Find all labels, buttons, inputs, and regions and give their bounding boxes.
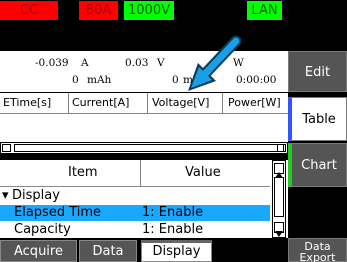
column-value: Value [185, 165, 221, 180]
cc-mode-badge: CC [0, 1, 58, 20]
status-bar: CC 80A 1000V LAN [0, 0, 347, 22]
data-export-button[interactable]: Data Export [288, 238, 347, 262]
vertical-scrollbar[interactable] [272, 160, 286, 238]
capacity-value: 0 [72, 74, 79, 86]
settings-list: Item Value ▾ Display Elapsed Time 1: Ena… [0, 160, 288, 238]
scroll-left-button[interactable] [2, 144, 11, 160]
scroll-right-button[interactable] [277, 144, 286, 160]
column-etime: ETime[s] [3, 96, 52, 109]
current-value: -0.039 [35, 57, 69, 69]
energy-value: 0 [172, 74, 179, 86]
data-table-body [0, 114, 288, 142]
annotation-arrow-icon [188, 35, 242, 91]
settings-list-header: Item Value [0, 160, 270, 187]
list-item[interactable]: Elapsed Time 1: Enable [0, 205, 270, 221]
item-label: Elapsed Time [14, 205, 102, 220]
tab-acquire[interactable]: Acquire [0, 240, 77, 262]
chevron-down-icon: ▾ [2, 188, 9, 203]
current-unit: A [81, 57, 89, 69]
data-export-label-2: Export [299, 251, 336, 262]
current-range-badge: 80A [79, 1, 118, 20]
voltage-range-badge: 1000V [124, 1, 174, 20]
scroll-track[interactable] [274, 177, 284, 217]
voltage-unit: V [157, 57, 165, 69]
data-table-header: ETime[s] Current[A] Voltage[V] Power[W] [0, 93, 288, 114]
group-label: Display [12, 188, 60, 203]
tab-data[interactable]: Data [79, 240, 137, 262]
scroll-up-button[interactable] [274, 163, 284, 178]
tab-display[interactable]: Display [141, 240, 212, 262]
scroll-thumb[interactable] [14, 144, 284, 152]
column-voltage: Voltage[V] [152, 96, 210, 109]
scroll-down-button[interactable] [274, 222, 284, 237]
lan-badge: LAN [247, 1, 282, 20]
item-label: Capacity [14, 222, 71, 236]
column-power: Power[W] [228, 96, 281, 109]
item-value: 1: Enable [142, 222, 204, 236]
caret-down-icon [275, 231, 283, 237]
column-current: Current[A] [72, 96, 130, 109]
chart-button[interactable]: Chart [288, 143, 347, 187]
edit-button[interactable]: Edit [288, 51, 347, 92]
capacity-unit: mAh [87, 74, 112, 86]
table-button[interactable]: Table [288, 97, 347, 141]
column-item: Item [68, 165, 98, 180]
list-item[interactable]: Capacity 1: Enable [0, 222, 270, 236]
voltage-value: 0.03 [125, 57, 149, 69]
item-value: 1: Enable [142, 205, 204, 220]
horizontal-scrollbar[interactable] [0, 142, 288, 160]
group-display[interactable]: ▾ Display [0, 188, 270, 204]
